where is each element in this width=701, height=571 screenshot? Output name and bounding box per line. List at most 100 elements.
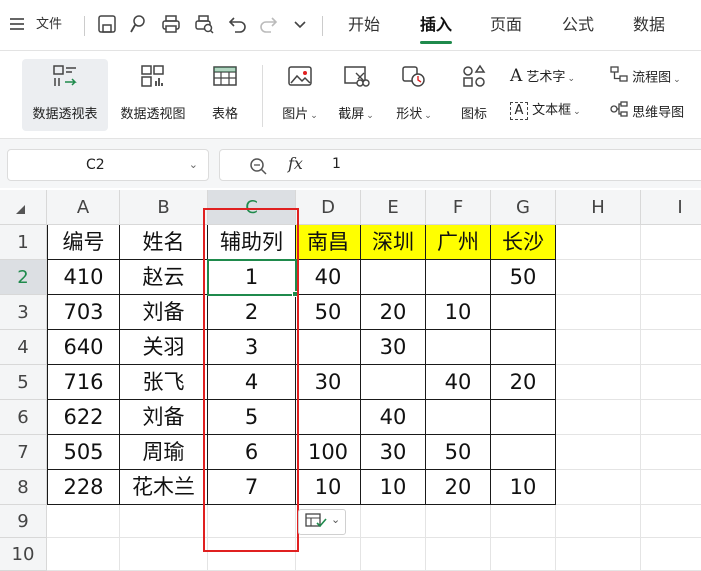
cell-a2[interactable]: 410	[47, 260, 120, 295]
cell-g1[interactable]: 长沙	[491, 225, 556, 260]
cell-e1[interactable]: 深圳	[361, 225, 426, 260]
cell-i10[interactable]	[641, 538, 701, 571]
wordart-button[interactable]: A 艺术字 ⌄	[510, 65, 575, 87]
cell-e9[interactable]	[361, 505, 426, 538]
flowchart-button[interactable]: 流程图 ⌄	[610, 65, 681, 87]
cell-a9[interactable]	[47, 505, 120, 538]
cell-e10[interactable]	[361, 538, 426, 571]
cell-a1[interactable]: 编号	[47, 225, 120, 260]
cell-e3[interactable]: 20	[361, 295, 426, 330]
picture-button[interactable]: 图片 ⌄	[276, 59, 324, 131]
cell-b2[interactable]: 赵云	[120, 260, 208, 295]
cell-f6[interactable]	[426, 400, 491, 435]
undo-icon[interactable]	[226, 12, 248, 36]
tab-page[interactable]: 页面	[490, 10, 522, 40]
tab-home[interactable]: 开始	[348, 10, 380, 40]
row-header-6[interactable]: 6	[0, 400, 47, 435]
cell-d1[interactable]: 南昌	[296, 225, 361, 260]
print-icon[interactable]	[160, 12, 182, 36]
cell-i1[interactable]	[641, 225, 701, 260]
column-header-g[interactable]: G	[491, 190, 556, 225]
cell-b6[interactable]: 刘备	[120, 400, 208, 435]
cell-h1[interactable]	[556, 225, 641, 260]
cell-c9[interactable]	[208, 505, 296, 538]
cell-b8[interactable]: 花木兰	[120, 470, 208, 505]
cell-h3[interactable]	[556, 295, 641, 330]
cell-h9[interactable]	[556, 505, 641, 538]
chevron-down-icon[interactable]	[289, 12, 311, 36]
row-header-3[interactable]: 3	[0, 295, 47, 330]
cell-d4[interactable]	[296, 330, 361, 365]
save-icon[interactable]	[96, 12, 118, 36]
cell-b5[interactable]: 张飞	[120, 365, 208, 400]
menu-icon[interactable]	[8, 15, 26, 33]
cell-f3[interactable]: 10	[426, 295, 491, 330]
cell-c4[interactable]: 3	[208, 330, 296, 365]
cell-d3[interactable]: 50	[296, 295, 361, 330]
cell-h5[interactable]	[556, 365, 641, 400]
cell-a4[interactable]: 640	[47, 330, 120, 365]
print-preview-icon[interactable]	[193, 12, 215, 36]
cell-e7[interactable]: 30	[361, 435, 426, 470]
table-button[interactable]: 表格	[200, 59, 250, 131]
cell-c2[interactable]: 1	[208, 260, 296, 295]
cell-g5[interactable]: 20	[491, 365, 556, 400]
cell-d7[interactable]: 100	[296, 435, 361, 470]
file-menu[interactable]: 文件	[36, 12, 62, 38]
cell-a5[interactable]: 716	[47, 365, 120, 400]
cell-h10[interactable]	[556, 538, 641, 571]
cell-d8[interactable]: 10	[296, 470, 361, 505]
name-box[interactable]: C2 ⌄	[7, 149, 209, 181]
cell-h7[interactable]	[556, 435, 641, 470]
insert-function-button[interactable]: fx	[288, 154, 303, 173]
row-header-5[interactable]: 5	[0, 365, 47, 400]
cell-g8[interactable]: 10	[491, 470, 556, 505]
cell-c6[interactable]: 5	[208, 400, 296, 435]
cell-i9[interactable]	[641, 505, 701, 538]
pivot-chart-button[interactable]: 数据透视图	[112, 59, 194, 131]
cell-c10[interactable]	[208, 538, 296, 571]
cell-g9[interactable]	[491, 505, 556, 538]
select-all-corner[interactable]	[0, 190, 47, 225]
cell-f5[interactable]: 40	[426, 365, 491, 400]
cell-f2[interactable]	[426, 260, 491, 295]
screenshot-button[interactable]: 截屏 ⌄	[332, 59, 380, 131]
cell-d5[interactable]: 30	[296, 365, 361, 400]
cell-g2[interactable]: 50	[491, 260, 556, 295]
formula-input[interactable]: fx 1	[219, 149, 701, 181]
cell-a6[interactable]: 622	[47, 400, 120, 435]
cell-c7[interactable]: 6	[208, 435, 296, 470]
zoom-icon[interactable]	[248, 156, 268, 176]
column-header-f[interactable]: F	[426, 190, 491, 225]
textbox-button[interactable]: A 文本框 ⌄	[510, 100, 581, 122]
tab-insert[interactable]: 插入	[420, 10, 452, 40]
cell-f8[interactable]: 20	[426, 470, 491, 505]
redo-icon[interactable]	[258, 12, 280, 36]
row-header-7[interactable]: 7	[0, 435, 47, 470]
cell-c8[interactable]: 7	[208, 470, 296, 505]
cell-g4[interactable]	[491, 330, 556, 365]
cell-e4[interactable]: 30	[361, 330, 426, 365]
cell-i3[interactable]	[641, 295, 701, 330]
cell-i4[interactable]	[641, 330, 701, 365]
cell-i5[interactable]	[641, 365, 701, 400]
cell-c3[interactable]: 2	[208, 295, 296, 330]
cell-f9[interactable]	[426, 505, 491, 538]
cell-a3[interactable]: 703	[47, 295, 120, 330]
row-header-9[interactable]: 9	[0, 505, 47, 538]
cell-b9[interactable]	[120, 505, 208, 538]
cell-e8[interactable]: 10	[361, 470, 426, 505]
pivot-table-button[interactable]: 数据透视表	[22, 59, 108, 131]
cell-a7[interactable]: 505	[47, 435, 120, 470]
cell-a10[interactable]	[47, 538, 120, 571]
cell-f1[interactable]: 广州	[426, 225, 491, 260]
row-header-4[interactable]: 4	[0, 330, 47, 365]
row-header-8[interactable]: 8	[0, 470, 47, 505]
column-header-c[interactable]: C	[208, 190, 296, 225]
cell-b10[interactable]	[120, 538, 208, 571]
cell-i8[interactable]	[641, 470, 701, 505]
column-header-d[interactable]: D	[296, 190, 361, 225]
row-header-10[interactable]: 10	[0, 538, 47, 571]
column-header-b[interactable]: B	[120, 190, 208, 225]
cell-h4[interactable]	[556, 330, 641, 365]
